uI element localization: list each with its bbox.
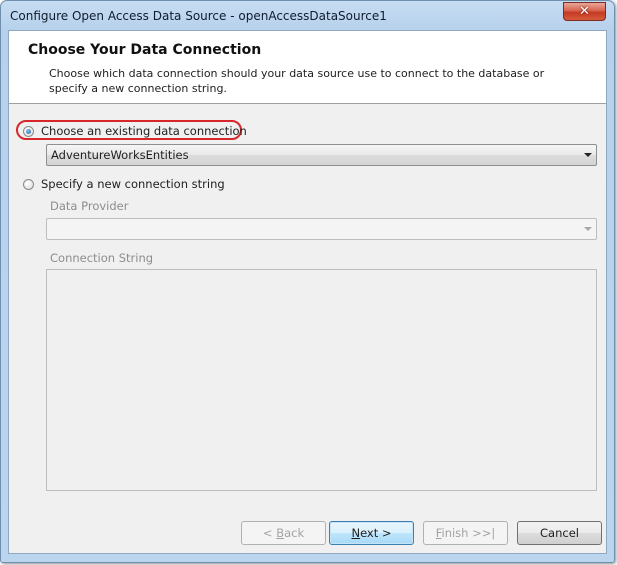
back-button-label: ack <box>284 526 305 540</box>
new-connection-option[interactable]: Specify a new connection string <box>23 177 225 191</box>
connection-string-textarea[interactable] <box>46 269 597 491</box>
window-title: Configure Open Access Data Source - open… <box>10 9 387 23</box>
dropdown-arrow-icon[interactable] <box>584 153 592 157</box>
dropdown-arrow-icon[interactable] <box>584 227 592 231</box>
new-connection-radio[interactable] <box>23 178 34 190</box>
data-provider-dropdown[interactable] <box>46 218 597 240</box>
next-button[interactable]: Next > <box>329 521 414 545</box>
existing-connection-dropdown[interactable]: AdventureWorksEntities <box>46 144 597 166</box>
wizard-header: Choose Your Data Connection Choose which… <box>9 31 606 104</box>
title-bar[interactable]: Configure Open Access Data Source - open… <box>1 1 614 31</box>
back-button-mnemonic: B <box>276 526 285 540</box>
page-title: Choose Your Data Connection <box>28 42 262 58</box>
existing-connection-option[interactable]: Choose an existing data connection <box>23 124 247 138</box>
cancel-button[interactable]: Cancel <box>517 521 602 545</box>
back-button-prefix: < <box>262 526 277 540</box>
existing-connection-radio[interactable] <box>23 125 34 137</box>
next-button-label: ext > <box>360 526 392 540</box>
existing-connection-value: AdventureWorksEntities <box>51 148 189 162</box>
cancel-button-label: Cancel <box>540 526 579 540</box>
close-icon: ✕ <box>579 4 590 19</box>
connection-string-label: Connection String <box>50 251 154 265</box>
data-provider-label: Data Provider <box>50 199 129 213</box>
close-button[interactable]: ✕ <box>563 2 606 21</box>
new-connection-label[interactable]: Specify a new connection string <box>41 177 225 191</box>
existing-connection-label[interactable]: Choose an existing data connection <box>41 124 247 138</box>
dialog-body: Choose Your Data Connection Choose which… <box>8 30 607 554</box>
finish-button-label: inish >>| <box>441 526 496 540</box>
next-button-mnemonic: N <box>351 526 361 540</box>
dialog-window: Configure Open Access Data Source - open… <box>0 0 615 563</box>
back-button[interactable]: < Back <box>241 521 326 545</box>
page-description: Choose which data connection should your… <box>49 67 545 95</box>
finish-button[interactable]: Finish >>| <box>423 521 508 545</box>
